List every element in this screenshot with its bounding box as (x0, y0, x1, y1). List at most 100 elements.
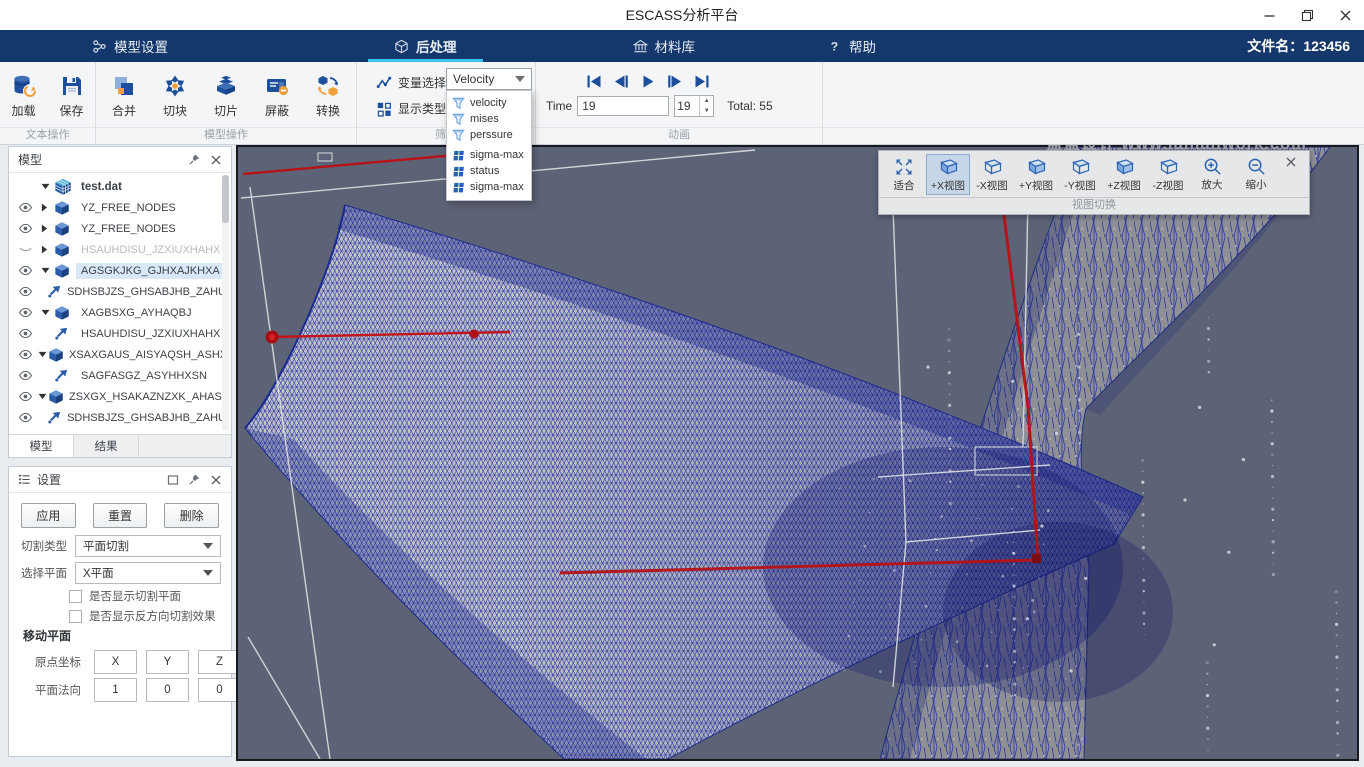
skip-end-button[interactable] (694, 75, 710, 88)
menu-item-0[interactable]: 模型设置 (72, 30, 188, 62)
view-minus-y-button[interactable]: -Y视图 (1058, 154, 1102, 195)
step-forward-button[interactable] (667, 75, 683, 88)
view-plus-x-button[interactable]: +X视图 (926, 154, 970, 195)
step-back-button[interactable] (613, 75, 629, 88)
load-button[interactable]: 加载 (3, 73, 44, 119)
tree-item[interactable]: XSAXGAUS_AISYAQSH_ASHX (9, 344, 231, 365)
view-toolbar-close-icon[interactable] (1281, 154, 1301, 174)
origin-y-field[interactable] (146, 650, 189, 674)
expander-icon[interactable] (41, 309, 53, 316)
expander-icon[interactable] (41, 224, 53, 233)
eye-open-icon[interactable] (18, 265, 36, 276)
eye-open-icon[interactable] (18, 412, 33, 423)
cut-block-button[interactable]: 切块 (153, 73, 197, 119)
convert-button[interactable]: 转换 (306, 73, 350, 119)
close-button[interactable] (1336, 6, 1354, 24)
tree-scrollbar[interactable] (222, 175, 229, 431)
variable-combobox[interactable]: Velocity (446, 68, 532, 90)
zoom-out-button[interactable]: 缩小 (1234, 154, 1278, 194)
play-button[interactable] (640, 75, 656, 88)
fit-view-button[interactable]: 适合 (882, 154, 926, 195)
dropdown-option-perssure[interactable]: perssure (447, 127, 531, 143)
menu-item-3[interactable]: ?帮助 (807, 30, 896, 62)
expander-icon[interactable] (38, 393, 47, 400)
menu-item-1[interactable]: 后处理 (356, 30, 495, 62)
3d-viewport[interactable] (236, 145, 1359, 761)
view-minus-z-button[interactable]: -Z视图 (1146, 154, 1190, 195)
eye-open-icon[interactable] (18, 307, 36, 318)
origin-x-field[interactable] (94, 650, 137, 674)
plane-normal-label: 平面法向 (35, 682, 85, 698)
close-icon[interactable] (210, 154, 222, 166)
plane-select[interactable]: X平面 (75, 562, 221, 584)
tree-item[interactable]: HSAUHDISU_JZXIUXHAHX (9, 239, 231, 260)
view-plus-y-button[interactable]: +Y视图 (1014, 154, 1058, 195)
eye-open-icon[interactable] (18, 370, 36, 381)
minimize-button[interactable] (1260, 6, 1278, 24)
tree-scrollbar-thumb[interactable] (222, 175, 229, 223)
dropdown-option-sigma-max[interactable]: sigma-max (447, 179, 531, 195)
eye-open-icon[interactable] (18, 391, 33, 402)
expander-icon[interactable] (38, 351, 47, 358)
tree-item-label: HSAUHDISU_JZXIUXHAHX (76, 242, 225, 258)
tree-item[interactable]: YZ_FREE_NODES (9, 197, 231, 218)
cut-type-select[interactable]: 平面切割 (75, 535, 221, 557)
delete-button[interactable]: 删除 (164, 503, 219, 528)
eye-closed-icon[interactable] (18, 244, 36, 255)
tree-item[interactable]: ZSXGX_HSAKAZNZXK_AHASX (9, 386, 231, 407)
dropdown-option-velocity[interactable]: velocity (447, 95, 531, 111)
normal-x-field[interactable] (94, 678, 137, 702)
eye-open-icon[interactable] (18, 286, 33, 297)
view-minus-x-button[interactable]: -X视图 (970, 154, 1014, 195)
menu-item-2[interactable]: 材料库 (613, 30, 716, 62)
tree-item[interactable]: XAGBSXG_AYHAQBJ (9, 302, 231, 323)
tab-model[interactable]: 模型 (9, 435, 74, 457)
dropdown-option-sigma-max[interactable]: sigma-max (447, 147, 531, 163)
slice-button[interactable]: 切片 (204, 73, 248, 119)
dropdown-option-status[interactable]: status (447, 163, 531, 179)
maximize-icon[interactable] (167, 474, 179, 486)
tree-item[interactable]: SDHSBJZS_GHSABJHB_ZAHU (9, 407, 231, 428)
tree-item[interactable]: SAGFASGZ_ASYHHXSN (9, 365, 231, 386)
tree-item[interactable]: test.dat (9, 176, 231, 197)
save-button[interactable]: 保存 (51, 73, 92, 119)
zoom-in-button[interactable]: 放大 (1190, 154, 1234, 194)
expander-icon[interactable] (41, 245, 53, 254)
merge-button[interactable]: 合并 (102, 73, 146, 119)
tree-item[interactable]: HSAUHDISU_JZXIUXHAHX (9, 323, 231, 344)
normal-z-field[interactable] (198, 678, 241, 702)
variable-select-button[interactable]: 变量选择 (376, 74, 446, 91)
eye-open-icon[interactable] (18, 328, 36, 339)
time-input[interactable] (577, 96, 669, 116)
apply-button[interactable]: 应用 (21, 503, 76, 528)
scene-canvas[interactable] (238, 147, 1357, 759)
tree-item[interactable]: YZ_FREE_NODES (9, 218, 231, 239)
time-spinner[interactable]: ▲▼ (674, 95, 714, 117)
expander-icon[interactable] (41, 203, 53, 212)
eye-open-icon[interactable] (18, 349, 33, 360)
display-type-button[interactable]: 显示类型 (376, 100, 446, 117)
restore-button[interactable] (1298, 6, 1316, 24)
skip-start-button[interactable] (586, 75, 602, 88)
pin-icon[interactable] (188, 473, 201, 486)
reverse-cut-checkbox[interactable] (69, 610, 82, 623)
tab-result[interactable]: 结果 (74, 435, 139, 457)
close-icon[interactable] (210, 474, 222, 486)
reset-button[interactable]: 重置 (93, 503, 148, 528)
dropdown-option-mises[interactable]: mises (447, 111, 531, 127)
spinner-up-icon[interactable]: ▲ (700, 96, 713, 106)
spinner-down-icon[interactable]: ▼ (700, 106, 713, 116)
expander-icon[interactable] (41, 183, 53, 190)
pin-icon[interactable] (188, 153, 201, 166)
normal-y-field[interactable] (146, 678, 189, 702)
view-plus-z-button[interactable]: +Z视图 (1102, 154, 1146, 195)
eye-open-icon[interactable] (18, 223, 36, 234)
spinner-input[interactable] (675, 96, 699, 116)
expander-icon[interactable] (41, 267, 53, 274)
origin-z-field[interactable] (198, 650, 241, 674)
mask-button[interactable]: 屏蔽 (255, 73, 299, 119)
tree-item[interactable]: SDHSBJZS_GHSABJHB_ZAHU (9, 281, 231, 302)
tree-item[interactable]: AGSGKJKG_GJHXAJKHXA (9, 260, 231, 281)
show-cut-plane-checkbox[interactable] (69, 590, 82, 603)
eye-open-icon[interactable] (18, 202, 36, 213)
